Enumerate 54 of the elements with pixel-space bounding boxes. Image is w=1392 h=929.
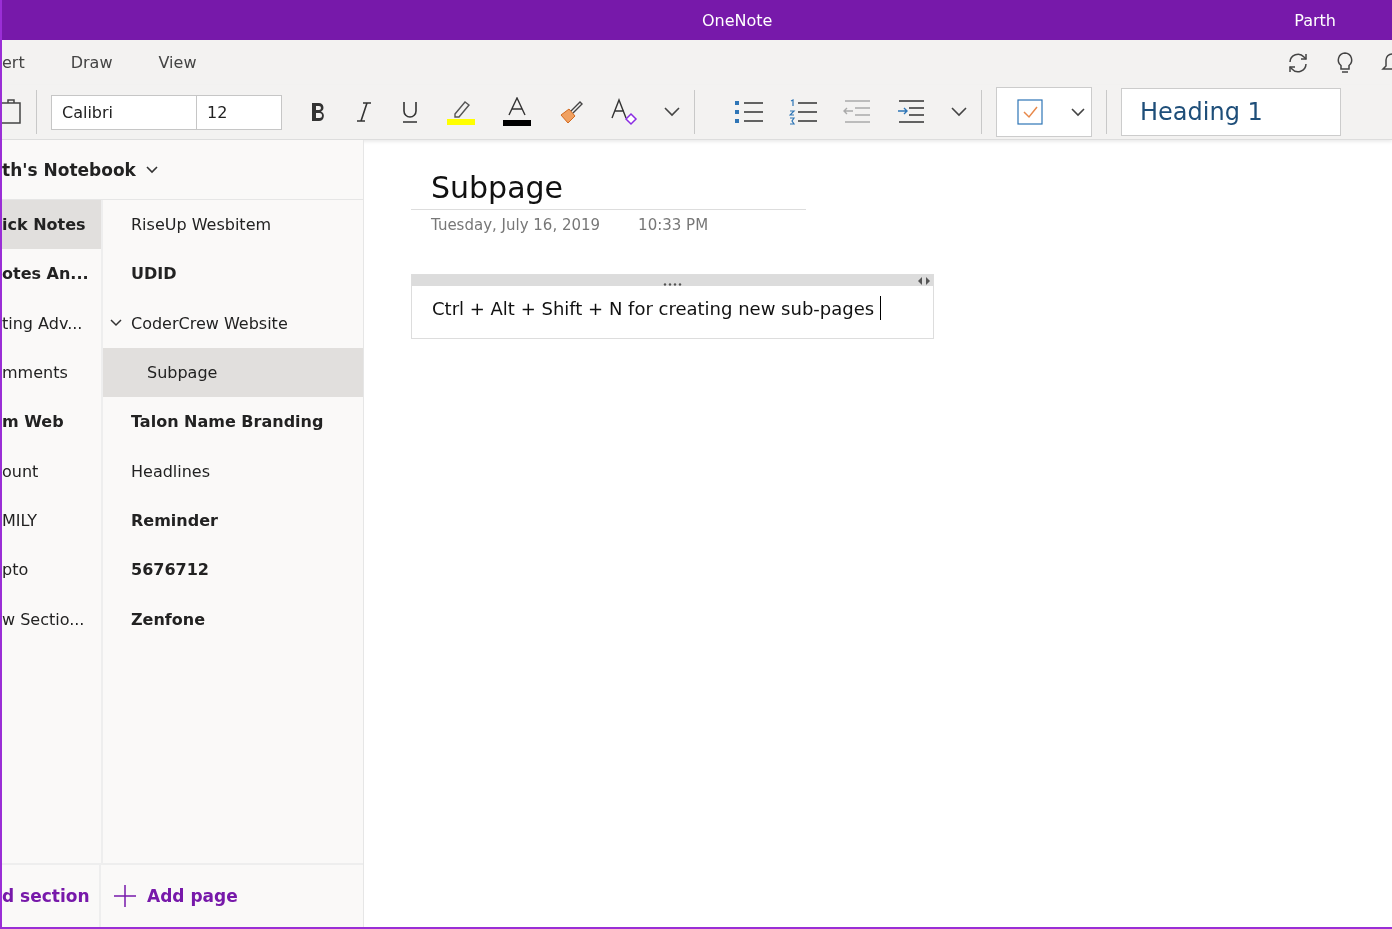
chevron-down-icon[interactable] <box>110 319 122 328</box>
page-item[interactable]: Subpage <box>103 347 363 398</box>
page-item[interactable]: Talon Name Branding <box>103 397 363 447</box>
checkbox-icon <box>1017 99 1043 125</box>
section-item[interactable]: mments <box>2 347 101 398</box>
style-dropdown[interactable]: Heading 1 <box>1121 88 1341 136</box>
add-section-button[interactable]: d section <box>2 865 101 927</box>
section-item[interactable]: ick Notes <box>2 200 101 250</box>
chevron-down-icon[interactable] <box>951 107 967 117</box>
page-item[interactable]: Zenfone <box>103 594 363 644</box>
page-title: CoderCrew Website <box>131 313 288 333</box>
numbered-list-icon[interactable] <box>789 99 817 125</box>
window-title: OneNote <box>702 10 773 30</box>
chevron-down-icon <box>1071 107 1085 117</box>
chevron-down-icon[interactable] <box>664 107 680 117</box>
underline-icon[interactable] <box>400 100 420 124</box>
page-item[interactable]: Headlines <box>103 446 363 496</box>
font-color-icon[interactable] <box>502 97 532 127</box>
section-item[interactable]: ting Adv... <box>2 298 101 348</box>
ribbon-tab[interactable]: ert <box>2 40 25 85</box>
page-time: 10:33 PM <box>638 216 709 234</box>
page-item[interactable]: Reminder <box>103 495 363 546</box>
note-container[interactable]: Ctrl + Alt + Shift + N for creating new sub-pages <box>411 274 934 339</box>
user-name[interactable]: Parth <box>1294 10 1336 30</box>
italic-icon[interactable] <box>354 101 374 123</box>
section-item[interactable]: pto <box>2 545 101 595</box>
chevron-down-icon[interactable] <box>145 165 158 174</box>
sync-icon[interactable] <box>1286 50 1310 75</box>
ribbon-tab[interactable]: View <box>158 40 197 85</box>
increase-indent-icon[interactable] <box>897 100 925 124</box>
page-title[interactable]: Subpage <box>411 170 806 210</box>
add-page-button[interactable]: Add page <box>101 865 238 927</box>
clipboard-icon[interactable] <box>2 99 22 125</box>
section-item[interactable]: ount <box>2 446 101 496</box>
ribbon-tab[interactable]: Draw <box>70 40 113 85</box>
section-item[interactable]: otes An... <box>2 249 101 299</box>
plus-icon <box>113 884 137 908</box>
page-item[interactable]: CoderCrew Website <box>103 298 363 348</box>
section-item[interactable]: m Web <box>2 397 101 447</box>
section-item[interactable]: w Sectio... <box>2 594 101 644</box>
note-text[interactable]: Ctrl + Alt + Shift + N for creating new sub-pages <box>432 297 875 319</box>
section-item[interactable]: MILY <box>2 495 101 546</box>
page-item[interactable]: UDID <box>103 249 363 299</box>
font-size-field[interactable]: 12 <box>196 94 282 130</box>
page-item[interactable]: 5676712 <box>103 545 363 595</box>
font-name-field[interactable]: Calibri <box>51 94 196 130</box>
page-date: Tuesday, July 16, 2019 <box>431 216 601 234</box>
notebook-name[interactable]: th's Notebook <box>2 159 136 180</box>
clear-formatting-icon[interactable] <box>610 98 638 126</box>
format-painter-icon[interactable] <box>558 99 584 125</box>
bullet-list-icon[interactable] <box>735 100 763 124</box>
highlighter-icon[interactable] <box>446 98 476 126</box>
page-item[interactable]: RiseUp Wesbitem <box>103 200 363 250</box>
resize-arrows-icon[interactable] <box>917 277 931 285</box>
